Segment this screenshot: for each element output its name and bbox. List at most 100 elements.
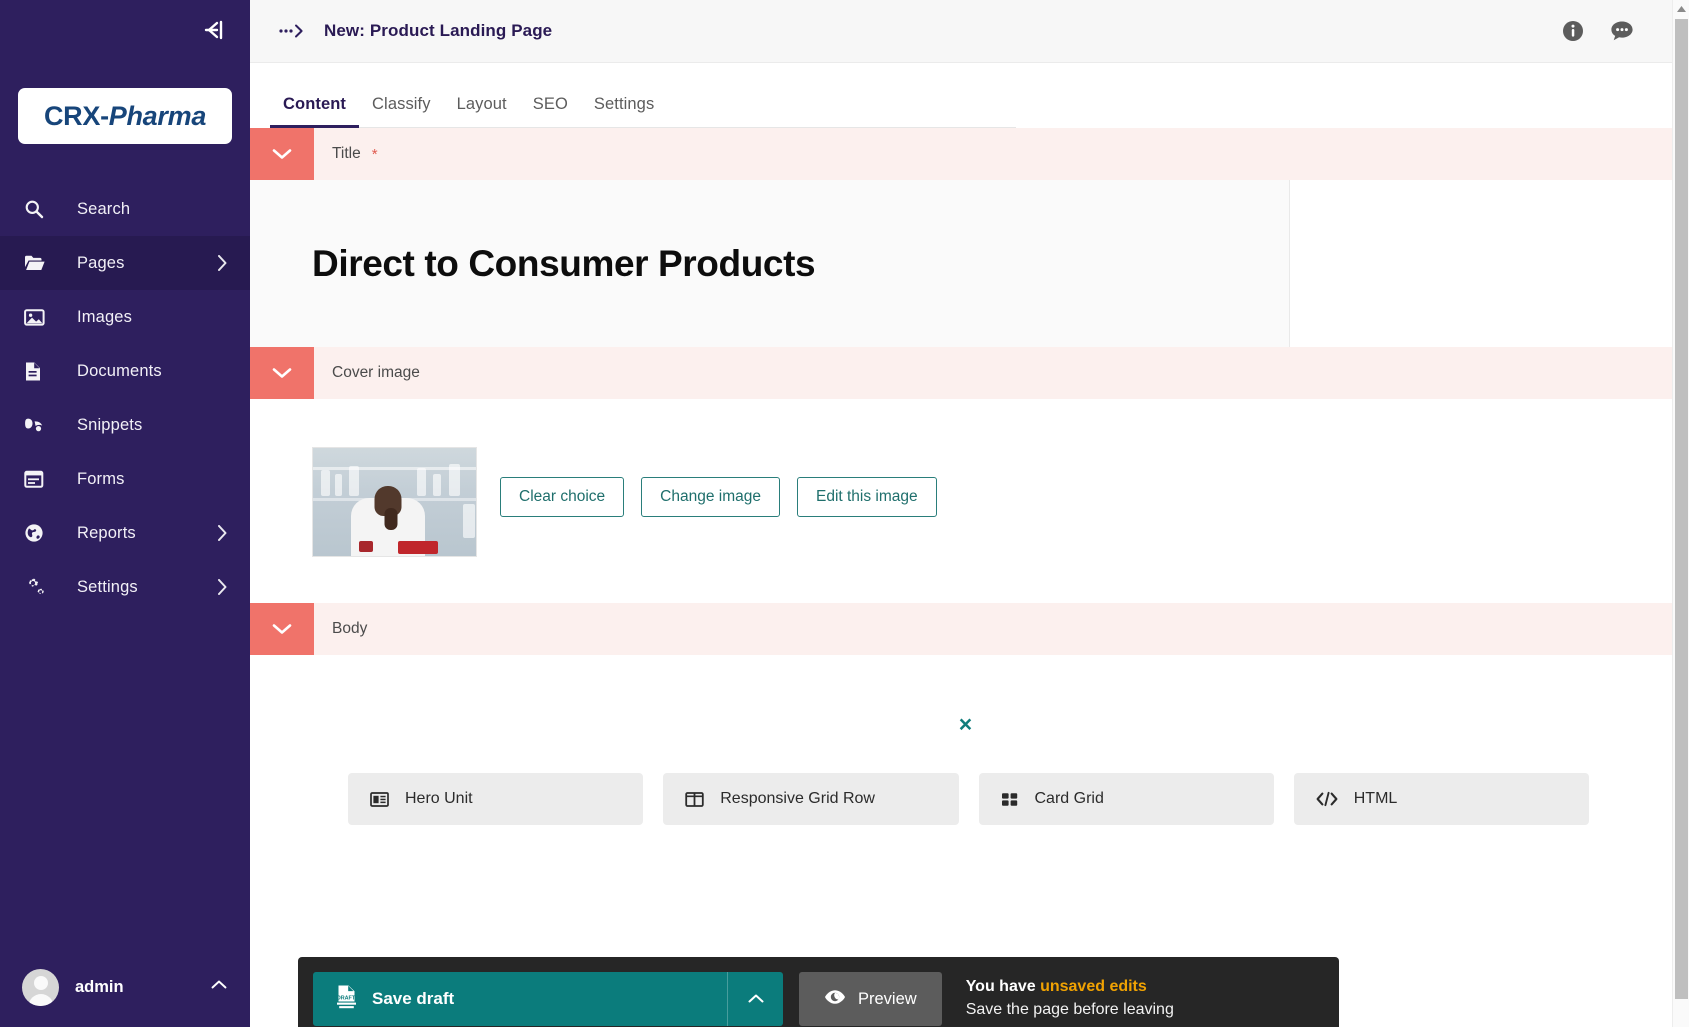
cover-image-thumbnail[interactable] — [312, 447, 477, 557]
eye-icon — [824, 988, 846, 1011]
sidebar-item-reports[interactable]: Reports — [0, 506, 250, 560]
chevron-right-icon — [216, 578, 228, 596]
save-draft-label: Save draft — [372, 989, 455, 1008]
topbar-actions — [1561, 19, 1665, 43]
block-button-card-grid[interactable]: Card Grid — [978, 773, 1274, 825]
title-field-wrapper — [250, 180, 1290, 347]
info-icon[interactable] — [1561, 19, 1585, 43]
grid-row-icon — [685, 791, 704, 808]
clear-choice-button[interactable]: Clear choice — [500, 477, 625, 517]
cover-image-actions: Clear choice Change image Edit this imag… — [500, 447, 937, 517]
code-icon — [1316, 791, 1338, 807]
app-root: CRX-Pharma Search Pages Images Documents… — [0, 0, 1689, 1027]
avatar — [22, 968, 59, 1006]
sidebar-item-snippets[interactable]: Snippets — [0, 398, 250, 452]
sidebar-item-documents[interactable]: Documents — [0, 344, 250, 398]
unsaved-prefix: You have — [965, 978, 1041, 996]
globe-icon — [24, 523, 50, 543]
block-button-html[interactable]: HTML — [1293, 773, 1589, 825]
tab-classify[interactable]: Classify — [359, 95, 444, 128]
section-label: Body — [314, 603, 367, 655]
draft-document-icon: DRAFT — [335, 984, 358, 1014]
sidebar-item-label: Reports — [77, 523, 136, 542]
page-title: New: Product Landing Page — [324, 21, 553, 40]
sidebar-item-forms[interactable]: Forms — [0, 452, 250, 506]
sidebar-user-name: admin — [75, 977, 124, 996]
chevron-right-icon — [216, 254, 228, 272]
block-button-responsive-grid-row[interactable]: Responsive Grid Row — [663, 773, 959, 825]
comments-side-panel — [1290, 180, 1689, 347]
sidebar-item-settings[interactable]: Settings — [0, 560, 250, 614]
tab-content[interactable]: Content — [270, 95, 360, 128]
block-button-label: HTML — [1353, 790, 1398, 807]
chevron-up-icon[interactable] — [210, 978, 228, 996]
sidebar-collapse-icon[interactable] — [200, 16, 228, 44]
sidebar-item-label: Documents — [77, 361, 162, 380]
required-marker: * — [371, 145, 378, 163]
image-icon — [24, 308, 50, 327]
sidebar-user-menu[interactable]: admin — [0, 947, 250, 1027]
section-label: Cover image — [314, 347, 420, 399]
save-draft-button[interactable]: DRAFT Save draft — [313, 972, 783, 1026]
topbar: New: Product Landing Page — [250, 0, 1689, 63]
scroll-up-arrow-icon[interactable] — [1673, 0, 1689, 18]
sidebar-item-label: Pages — [77, 253, 125, 272]
body-section-body: × Hero Unit Responsive Grid Row Card Gri… — [250, 655, 1689, 825]
tab-seo[interactable]: SEO — [520, 95, 581, 128]
card-grid-icon — [1001, 791, 1019, 808]
comments-icon[interactable] — [1609, 19, 1635, 43]
edit-this-image-button[interactable]: Edit this image — [796, 477, 937, 517]
change-image-button[interactable]: Change image — [641, 477, 780, 517]
collapse-toggle-body[interactable] — [250, 603, 314, 655]
block-button-label: Responsive Grid Row — [720, 790, 875, 807]
breadcrumb-expand-icon[interactable] — [278, 23, 308, 39]
logo-text-primary: CRX- — [43, 100, 109, 131]
chevron-right-icon — [216, 524, 228, 542]
tab-layout[interactable]: Layout — [444, 95, 520, 128]
sidebar: CRX-Pharma Search Pages Images Documents… — [0, 0, 250, 1027]
section-label: Title * — [314, 128, 378, 180]
collapse-toggle-cover-image[interactable] — [250, 347, 314, 399]
main-content: New: Product Landing Page Content Classi… — [250, 0, 1689, 1027]
block-button-hero-unit[interactable]: Hero Unit — [348, 773, 644, 825]
sidebar-item-images[interactable]: Images — [0, 290, 250, 344]
sidebar-item-label: Images — [77, 307, 133, 326]
title-section-body — [250, 180, 1689, 347]
block-button-label: Hero Unit — [405, 790, 473, 807]
save-draft-more-icon[interactable] — [727, 972, 783, 1026]
sidebar-nav: Search Pages Images Documents Snippets F… — [0, 182, 250, 614]
sidebar-item-search[interactable]: Search — [0, 182, 250, 236]
title-input[interactable] — [312, 242, 1289, 285]
cover-image-label: Cover image — [332, 364, 420, 381]
gears-icon — [24, 577, 50, 597]
block-button-label: Card Grid — [1034, 790, 1104, 807]
scrollbar-thumb[interactable] — [1675, 19, 1688, 999]
search-icon — [24, 199, 50, 219]
close-icon[interactable]: × — [250, 709, 1689, 739]
section-header-cover-image: Cover image — [250, 347, 1689, 399]
tab-settings[interactable]: Settings — [581, 95, 667, 128]
sidebar-item-pages[interactable]: Pages — [0, 236, 250, 290]
page-scrollbar[interactable] — [1672, 0, 1689, 1027]
sidebar-item-label: Snippets — [77, 415, 143, 434]
action-bar: DRAFT Save draft Preview You have unsave… — [298, 957, 1339, 1027]
unsaved-highlight: unsaved edits — [1040, 978, 1147, 996]
unsaved-edits-notice: You have unsaved edits Save the page bef… — [966, 976, 1174, 1021]
sidebar-logo[interactable]: CRX-Pharma — [0, 88, 250, 144]
preview-button[interactable]: Preview — [799, 972, 942, 1026]
sidebar-item-label: Forms — [77, 469, 125, 488]
collapse-toggle-title[interactable] — [250, 128, 314, 180]
snippet-icon — [24, 415, 50, 435]
sidebar-item-label: Search — [77, 199, 131, 218]
document-icon — [24, 361, 50, 382]
tab-bar: Content Classify Layout SEO Settings — [250, 63, 1689, 128]
hero-unit-icon — [370, 791, 389, 808]
section-header-body: Body — [250, 603, 1689, 655]
preview-label: Preview — [858, 989, 917, 1008]
logo-text-secondary: Pharma — [108, 100, 207, 131]
folder-open-icon — [24, 254, 50, 272]
section-header-title: Title * — [250, 128, 1689, 180]
svg-text:DRAFT: DRAFT — [337, 995, 356, 1001]
title-field-label: Title — [332, 145, 361, 162]
form-icon — [24, 470, 50, 489]
